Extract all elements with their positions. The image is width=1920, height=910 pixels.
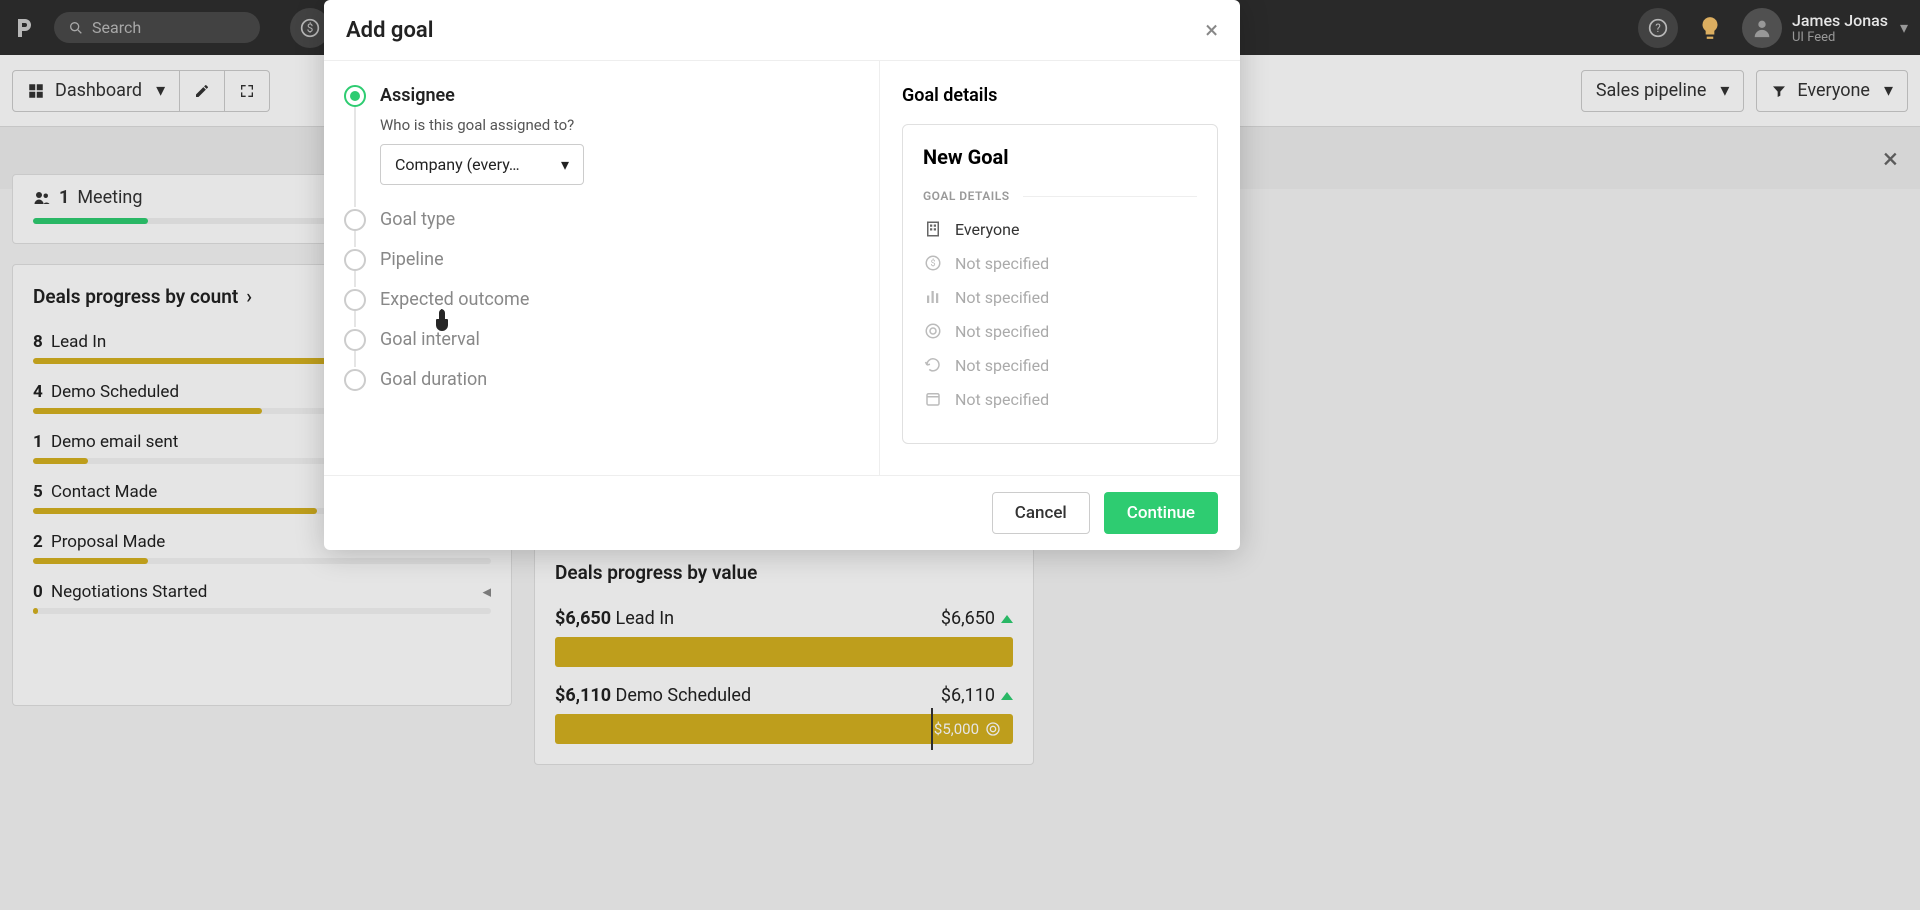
summary-type: $ Not specified — [923, 253, 1197, 273]
select-value: Company (every… — [395, 155, 520, 174]
continue-button[interactable]: Continue — [1104, 492, 1218, 534]
step-goal-type[interactable]: Goal type — [344, 209, 851, 231]
summary-outcome: Not specified — [923, 321, 1197, 341]
cancel-button[interactable]: Cancel — [992, 492, 1090, 534]
close-icon[interactable]: × — [1205, 16, 1218, 44]
step-label: Goal duration — [380, 369, 487, 390]
step-label: Expected outcome — [380, 289, 529, 310]
cursor-icon — [432, 309, 450, 331]
step-goal-interval[interactable]: Goal interval — [344, 329, 851, 351]
chevron-down-icon: ▾ — [561, 155, 569, 174]
assignee-select[interactable]: Company (every… ▾ — [380, 144, 584, 185]
step-indicator-icon — [344, 329, 366, 351]
step-indicator-icon — [344, 85, 366, 107]
step-label: Pipeline — [380, 249, 444, 270]
calendar-icon — [923, 389, 943, 409]
step-indicator-icon — [344, 209, 366, 231]
section-label: GOAL DETAILS — [923, 189, 1197, 203]
summary-interval: Not specified — [923, 355, 1197, 375]
summary-pipeline: Not specified — [923, 287, 1197, 307]
step-assignee[interactable]: Assignee Who is this goal assigned to? C… — [344, 85, 851, 191]
add-goal-modal: Add goal × Assignee Who is this goal ass… — [324, 0, 1240, 550]
step-indicator-icon — [344, 249, 366, 271]
step-goal-duration[interactable]: Goal duration — [344, 369, 851, 391]
target-icon — [923, 321, 943, 341]
refresh-icon — [923, 355, 943, 375]
building-icon — [923, 219, 943, 239]
step-label: Assignee — [380, 85, 584, 106]
step-expected-outcome[interactable]: Expected outcome — [344, 289, 851, 311]
right-panel-title: Goal details — [902, 85, 1218, 106]
summary-duration: Not specified — [923, 389, 1197, 409]
step-label: Goal interval — [380, 329, 480, 350]
summary-assignee: Everyone — [923, 219, 1197, 239]
goal-name: New Goal — [923, 145, 1197, 169]
step-indicator-icon — [344, 369, 366, 391]
step-pipeline[interactable]: Pipeline — [344, 249, 851, 271]
step-label: Goal type — [380, 209, 455, 230]
step-indicator-icon — [344, 289, 366, 311]
goal-summary-card: New Goal GOAL DETAILS Everyone $ Not spe… — [902, 124, 1218, 444]
step-sublabel: Who is this goal assigned to? — [380, 116, 584, 134]
svg-text:$: $ — [930, 258, 935, 269]
modal-title: Add goal — [346, 18, 433, 43]
bars-icon — [923, 287, 943, 307]
coin-icon: $ — [923, 253, 943, 273]
